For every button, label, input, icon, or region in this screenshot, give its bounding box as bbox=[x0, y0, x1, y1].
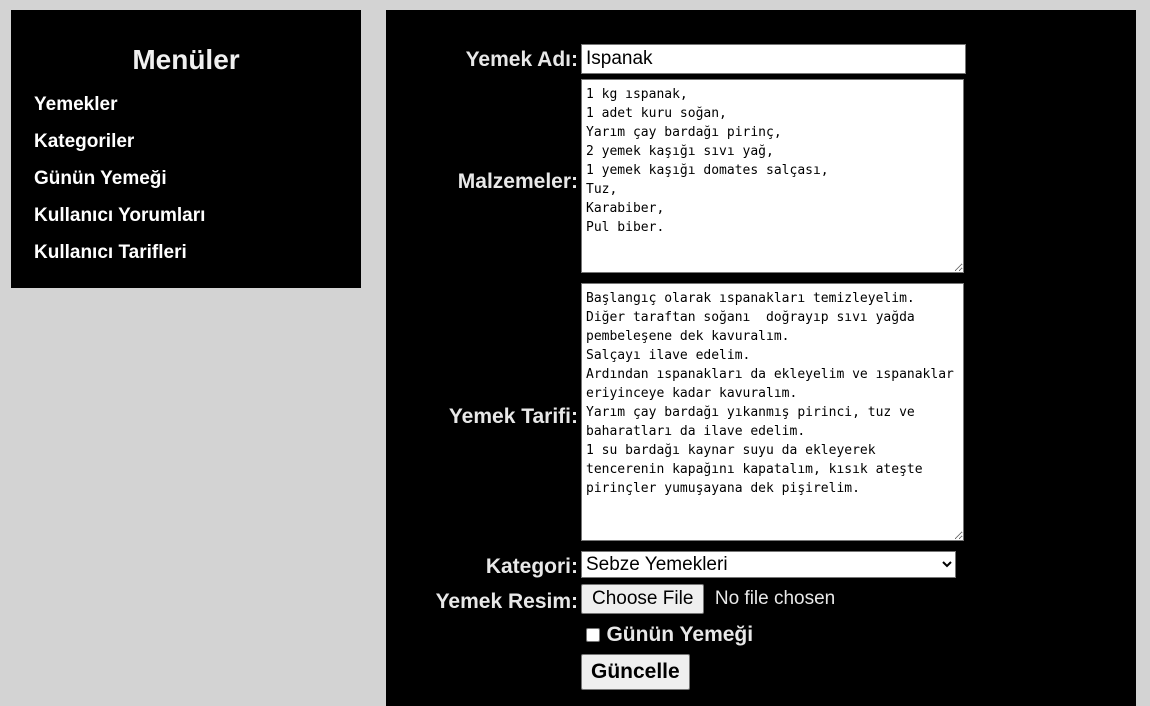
sidebar-item-yemekler[interactable]: Yemekler bbox=[34, 94, 205, 131]
dish-of-day-label: Günün Yemeği bbox=[606, 623, 754, 646]
name-label: Yemek Adı: bbox=[465, 48, 578, 71]
edit-form-panel: Yemek Adı: Malzemeler: 1 kg ıspanak, 1 a… bbox=[386, 10, 1136, 706]
sidebar-item-gunun-yemegi[interactable]: Günün Yemeği bbox=[34, 168, 205, 205]
sidebar-item-kategoriler[interactable]: Kategoriler bbox=[34, 131, 205, 168]
recipe-label: Yemek Tarifi: bbox=[448, 405, 578, 428]
category-select[interactable]: Sebze Yemekleri bbox=[581, 551, 956, 578]
update-button[interactable]: Güncelle bbox=[581, 654, 690, 690]
file-status-text: No file chosen bbox=[714, 588, 836, 609]
sidebar-menu: Menüler Yemekler Kategoriler Günün Yemeğ… bbox=[11, 10, 361, 288]
ingredients-label: Malzemeler: bbox=[457, 170, 578, 193]
sidebar-title: Menüler bbox=[132, 44, 240, 75]
name-input[interactable] bbox=[581, 44, 966, 74]
sidebar-item-kullanici-yorumlari[interactable]: Kullanıcı Yorumları bbox=[34, 205, 205, 242]
recipe-textarea[interactable]: Başlangıç olarak ıspanakları temizleyeli… bbox=[581, 283, 964, 541]
image-label: Yemek Resim: bbox=[435, 590, 578, 613]
sidebar-list: Yemekler Kategoriler Günün Yemeği Kullan… bbox=[34, 94, 205, 279]
image-file-input: Choose File No file chosen bbox=[581, 584, 835, 614]
sidebar-item-kullanici-tarifleri[interactable]: Kullanıcı Tarifleri bbox=[34, 242, 205, 279]
dish-of-day-checkbox[interactable] bbox=[586, 628, 600, 642]
category-label: Kategori: bbox=[485, 555, 578, 578]
ingredients-textarea[interactable]: 1 kg ıspanak, 1 adet kuru soğan, Yarım ç… bbox=[581, 79, 964, 273]
choose-file-button[interactable]: Choose File bbox=[581, 584, 705, 614]
dish-of-day-row: Günün Yemeği bbox=[586, 623, 753, 647]
